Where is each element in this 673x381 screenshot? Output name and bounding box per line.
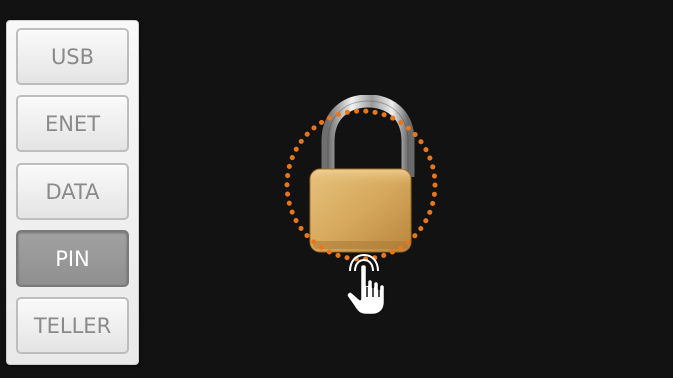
nav-button-enet[interactable]: ENET: [16, 95, 129, 152]
lock-graphic: [284, 95, 438, 317]
nav-button-label: ENET: [44, 111, 101, 136]
nav-button-label: DATA: [45, 179, 100, 204]
nav-button-pin[interactable]: PIN: [16, 230, 129, 287]
device-screen: USB ENET DATA PIN TELLER: [0, 0, 673, 378]
nav-button-label: USB: [50, 44, 95, 69]
hand-pointer-icon: [345, 253, 387, 317]
nav-button-label: PIN: [55, 246, 90, 271]
nav-button-usb[interactable]: USB: [16, 28, 129, 85]
lock-button[interactable]: [275, 95, 445, 317]
padlock-icon: [309, 95, 415, 253]
mode-sidebar: USB ENET DATA PIN TELLER: [6, 20, 139, 365]
nav-button-label: TELLER: [33, 313, 112, 338]
nav-button-teller[interactable]: TELLER: [16, 297, 129, 354]
nav-button-data[interactable]: DATA: [16, 163, 129, 220]
